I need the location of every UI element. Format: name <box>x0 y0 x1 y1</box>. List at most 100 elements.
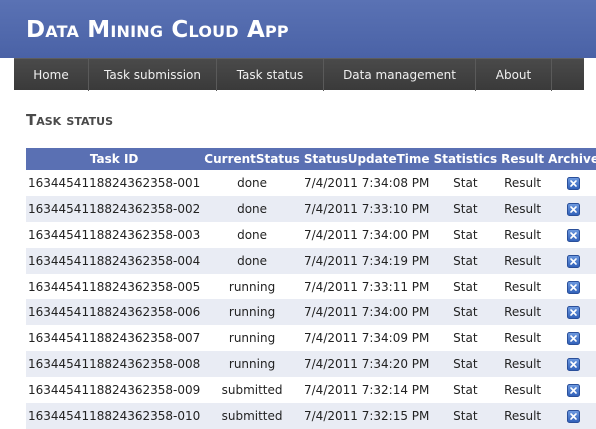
result-link[interactable]: Result <box>504 228 541 242</box>
archive-close-icon[interactable] <box>567 280 581 294</box>
archive-cell <box>546 170 596 196</box>
archive-cell <box>546 299 596 326</box>
status-cell: submitted <box>202 403 302 429</box>
archive-close-icon[interactable] <box>567 202 581 216</box>
task-id-cell: 1634454118824362358-007 <box>26 325 203 352</box>
result-link: Result <box>504 305 542 320</box>
column-header-statistics: Statistics <box>431 148 500 170</box>
main-nav: Home Task submission Task status Data ma… <box>14 58 584 91</box>
result-link: Result <box>504 383 542 398</box>
status-cell: running <box>202 299 302 326</box>
result-cell: Result <box>499 403 547 429</box>
status-cell: running <box>202 273 302 300</box>
result-cell: Result <box>499 221 547 248</box>
stat-link: Stat <box>453 279 478 294</box>
nav-item-task-submission[interactable]: Task submission <box>89 59 217 91</box>
stat-link[interactable]: Stat <box>453 176 477 190</box>
archive-close-icon[interactable] <box>567 306 581 320</box>
status-cell: running <box>202 351 302 378</box>
update-time-cell: 7/4/2011 7:34:00 PM <box>301 299 432 326</box>
table-row: 1634454118824362358-001 done 7/4/2011 7:34… <box>26 170 596 196</box>
update-time-cell: 7/4/2011 7:33:11 PM <box>301 273 432 300</box>
update-time-cell: 7/4/2011 7:33:10 PM <box>301 195 432 222</box>
update-time-cell: 7/4/2011 7:34:00 PM <box>301 221 432 248</box>
archive-close-icon[interactable] <box>567 409 581 423</box>
archive-cell <box>546 247 596 274</box>
update-time-cell: 7/4/2011 7:32:14 PM <box>301 377 432 404</box>
task-id-cell: 1634454118824362358-006 <box>26 299 203 326</box>
table-row: 1634454118824362358-004 done 7/4/2011 7:34… <box>26 247 596 274</box>
result-link: Result <box>504 408 542 423</box>
nav-item-task-status[interactable]: Task status <box>217 59 324 91</box>
archive-close-icon[interactable] <box>567 332 581 346</box>
nav-item-about[interactable]: About <box>476 59 552 91</box>
update-time-cell: 7/4/2011 7:34:08 PM <box>301 170 432 196</box>
result-cell: Result <box>499 170 547 196</box>
app-header: Data Mining Cloud App <box>0 0 596 58</box>
result-cell: Result <box>499 351 547 378</box>
task-id-cell: 1634454118824362358-004 <box>26 247 203 274</box>
result-cell: Result <box>499 273 547 300</box>
archive-close-icon[interactable] <box>567 384 581 398</box>
status-cell: done <box>202 170 302 196</box>
status-cell: submitted <box>202 377 302 404</box>
stat-link[interactable]: Stat <box>453 202 477 216</box>
result-link[interactable]: Result <box>504 176 541 190</box>
update-time-cell: 7/4/2011 7:34:09 PM <box>301 325 432 352</box>
archive-close-icon[interactable] <box>567 176 581 190</box>
result-cell: Result <box>499 377 547 404</box>
update-time-cell: 7/4/2011 7:34:19 PM <box>301 247 432 274</box>
stat-link: Stat <box>453 305 478 320</box>
stat-link[interactable]: Stat <box>453 228 477 242</box>
update-time-cell: 7/4/2011 7:34:20 PM <box>301 351 432 378</box>
task-id-cell: 1634454118824362358-001 <box>26 170 203 196</box>
stat-link: Stat <box>453 408 478 423</box>
table-row: 1634454118824362358-005 running 7/4/2011 7… <box>26 273 596 300</box>
stat-link: Stat <box>453 331 478 346</box>
column-header-task-id: Task ID <box>26 148 203 170</box>
nav-item-data-management[interactable]: Data management <box>324 59 476 91</box>
task-id-cell: 1634454118824362358-003 <box>26 221 203 248</box>
archive-close-icon[interactable] <box>567 228 581 242</box>
archive-cell <box>546 403 596 429</box>
table-row: 1634454118824362358-008 running 7/4/2011 7… <box>26 351 596 378</box>
statistics-cell: Stat <box>431 221 500 248</box>
statistics-cell: Stat <box>431 273 500 300</box>
archive-cell <box>546 325 596 352</box>
result-link[interactable]: Result <box>504 254 541 268</box>
table-row: 1634454118824362358-002 done 7/4/2011 7:33… <box>26 195 596 222</box>
table-header-row: Task ID CurrentStatus StatusUpdateTime S… <box>26 148 596 170</box>
archive-cell <box>546 351 596 378</box>
stat-link[interactable]: Stat <box>453 254 477 268</box>
column-header-current-status: CurrentStatus <box>202 148 302 170</box>
page-title: Task status <box>26 111 114 129</box>
statistics-cell: Stat <box>431 170 500 196</box>
result-link: Result <box>504 279 542 294</box>
task-status-table: Task ID CurrentStatus StatusUpdateTime S… <box>26 148 596 429</box>
table-row: 1634454118824362358-009 submitted 7/4/2011… <box>26 377 596 404</box>
status-cell: done <box>202 221 302 248</box>
stat-link: Stat <box>453 383 478 398</box>
result-cell: Result <box>499 325 547 352</box>
table-row: 1634454118824362358-010 submitted 7/4/2011… <box>26 403 596 429</box>
update-time-cell: 7/4/2011 7:32:15 PM <box>301 403 432 429</box>
task-id-cell: 1634454118824362358-002 <box>26 195 203 222</box>
archive-close-icon[interactable] <box>567 358 581 372</box>
status-cell: running <box>202 325 302 352</box>
archive-cell <box>546 221 596 248</box>
app-title: Data Mining Cloud App <box>26 17 289 43</box>
status-cell: done <box>202 195 302 222</box>
statistics-cell: Stat <box>431 195 500 222</box>
column-header-result: Result <box>499 148 547 170</box>
stat-link: Stat <box>453 357 478 372</box>
result-cell: Result <box>499 195 547 222</box>
task-id-cell: 1634454118824362358-010 <box>26 403 203 429</box>
statistics-cell: Stat <box>431 299 500 326</box>
statistics-cell: Stat <box>431 351 500 378</box>
result-cell: Result <box>499 247 547 274</box>
nav-item-home[interactable]: Home <box>14 59 89 91</box>
result-link[interactable]: Result <box>504 202 541 216</box>
result-link: Result <box>504 331 542 346</box>
archive-close-icon[interactable] <box>567 254 581 268</box>
table-row: 1634454118824362358-003 done 7/4/2011 7:34… <box>26 221 596 248</box>
